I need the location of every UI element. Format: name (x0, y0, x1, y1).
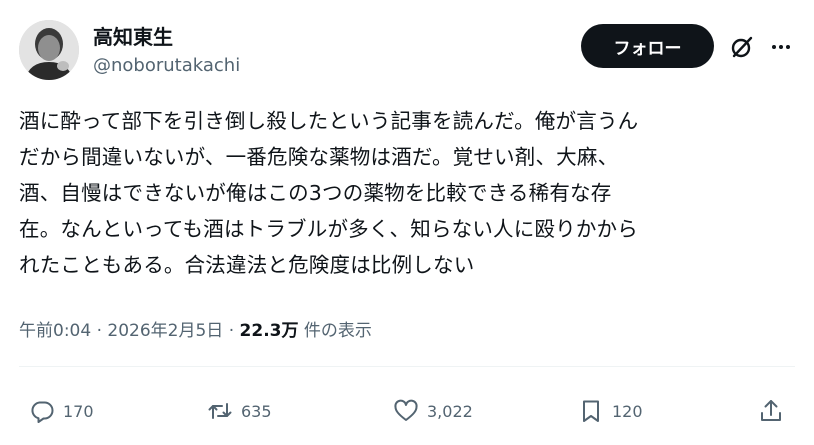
bookmark-button[interactable]: 120 (578, 396, 643, 426)
tweet-line: だから間違いないが、一番危険な薬物は酒だ。覚せい剤、大麻、 (19, 145, 619, 169)
share-button[interactable] (758, 396, 784, 426)
more-icon[interactable] (768, 34, 794, 60)
repost-icon (208, 403, 232, 419)
grok-icon[interactable] (729, 34, 755, 60)
repost-count: 635 (241, 401, 272, 421)
meta-separator: · (228, 321, 235, 341)
reply-count: 170 (63, 401, 94, 421)
tweet-line: れたこともある。合法違法と危険度は比例しない (19, 253, 475, 277)
divider (19, 366, 795, 367)
like-count: 3,022 (427, 401, 473, 421)
reply-icon (31, 401, 54, 423)
tweet-line: 酒、自慢はできないが俺はこの3つの薬物を比較できる稀有な存 (19, 181, 612, 205)
reply-button[interactable]: 170 (29, 396, 94, 426)
tweet-line: 在。なんといっても酒はトラブルが多く、知らない人に殴りかから (19, 217, 638, 241)
views-count[interactable]: 22.3万 (240, 321, 299, 341)
meta-separator: · (96, 321, 102, 341)
tweet-date[interactable]: 2026年2月5日 (107, 321, 223, 341)
author-display-name[interactable]: 高知東生 (93, 24, 173, 50)
follow-button[interactable]: フォロー (581, 24, 714, 68)
share-icon (761, 400, 781, 421)
tweet-line: 酒に酔って部下を引き倒し殺したという記事を読んだ。俺が言うん (19, 109, 639, 133)
bookmark-icon (583, 400, 599, 422)
repost-button[interactable]: 635 (207, 396, 272, 426)
views-suffix: 件の表示 (303, 321, 372, 341)
tweet-text: 酒に酔って部下を引き倒し殺したという記事を読んだ。俺が言うん だから間違いないが… (19, 103, 799, 283)
like-icon (394, 399, 418, 421)
avatar[interactable] (19, 20, 79, 80)
tweet-time[interactable]: 午前0:04 (19, 321, 91, 341)
like-button[interactable]: 3,022 (393, 396, 473, 426)
tweet-meta: 午前0:04 · 2026年2月5日 · 22.3万 件の表示 (19, 318, 372, 344)
author-handle[interactable]: @noborutakachi (93, 54, 240, 78)
avatar-image (19, 20, 79, 80)
bookmark-count: 120 (612, 401, 643, 421)
